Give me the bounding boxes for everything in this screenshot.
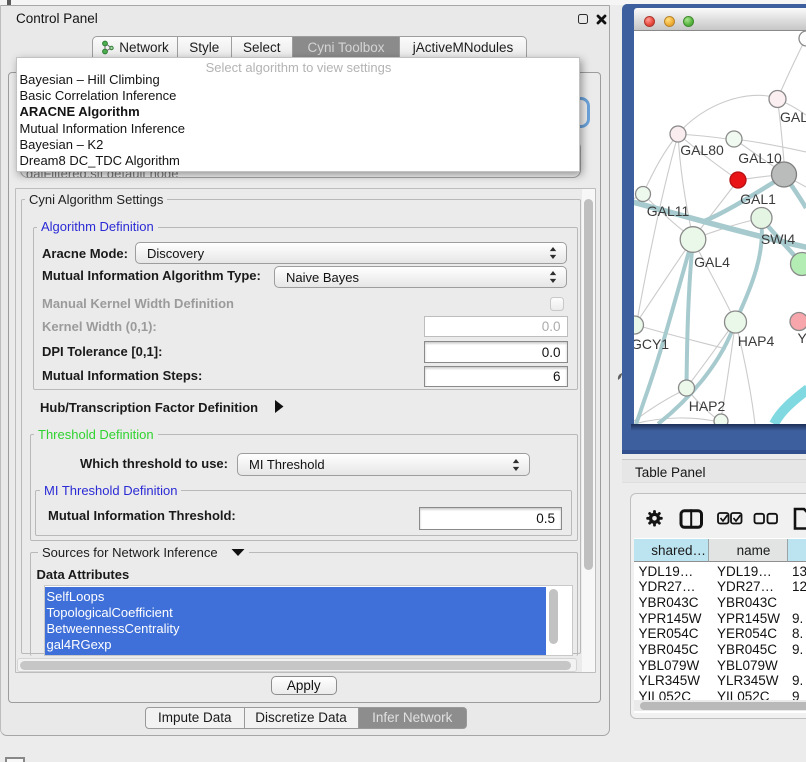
svg-text:HAP2: HAP2: [689, 398, 726, 414]
svg-text:GAL10: GAL10: [738, 150, 782, 166]
svg-text:HAP4: HAP4: [738, 333, 775, 349]
svg-text:GAL11: GAL11: [647, 203, 690, 219]
svg-text:GAL1: GAL1: [740, 191, 776, 207]
svg-text:GAL4: GAL4: [694, 254, 730, 270]
svg-text:Y: Y: [798, 330, 806, 346]
svg-text:GAL80: GAL80: [680, 142, 724, 158]
svg-text:GAL2: GAL2: [780, 109, 806, 125]
svg-text:GCY1: GCY1: [634, 336, 669, 352]
svg-text:SWI4: SWI4: [761, 231, 795, 247]
